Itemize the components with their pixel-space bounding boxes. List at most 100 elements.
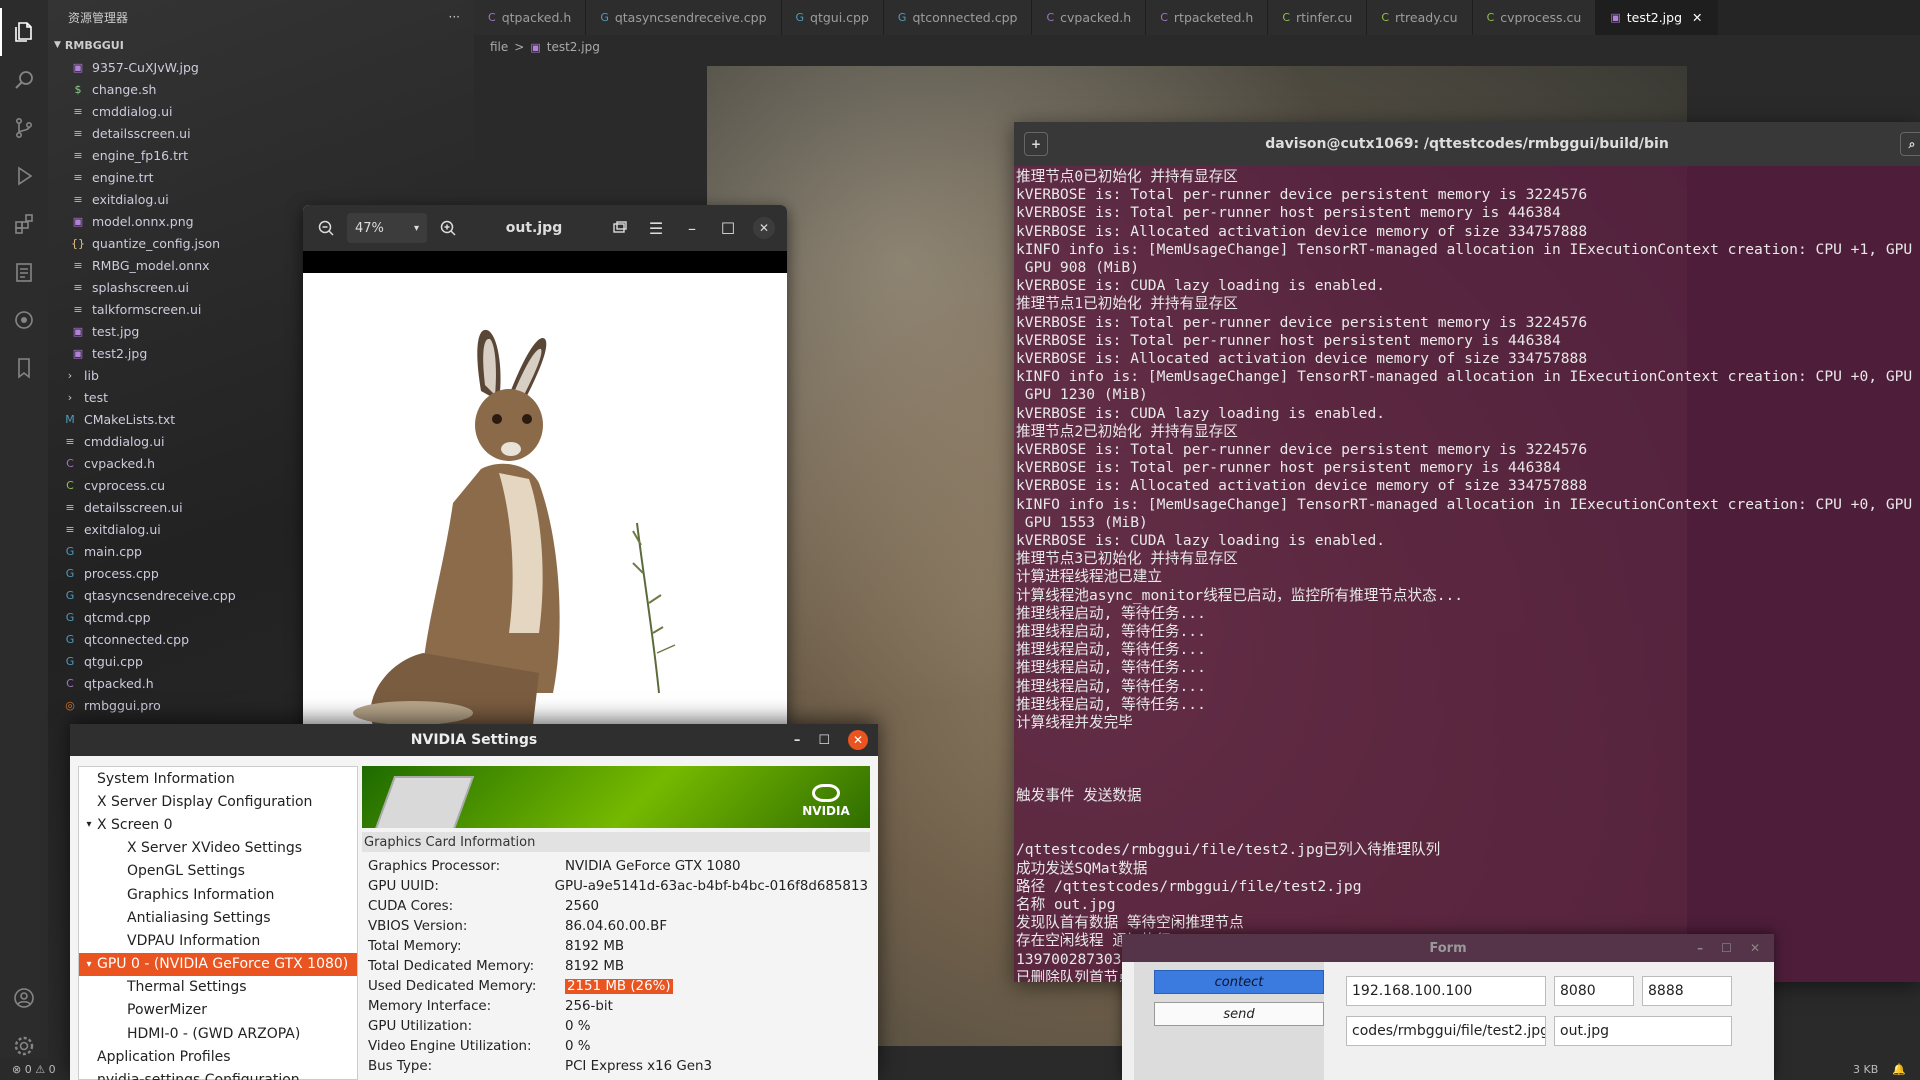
- editor-tab[interactable]: Ccvpacked.h: [1032, 0, 1147, 35]
- menu-icon[interactable]: ☰: [641, 213, 671, 243]
- close-icon[interactable]: ✕: [1750, 941, 1760, 955]
- gpu-info-key: Used Dedicated Memory:: [368, 979, 537, 995]
- editor-tab[interactable]: Gqtgui.cpp: [781, 0, 884, 35]
- breadcrumb-file[interactable]: test2.jpg: [547, 40, 600, 54]
- output-name-input[interactable]: out.jpg: [1554, 1016, 1732, 1046]
- nvidia-nav-item[interactable]: ▾ GPU 0 - (NVIDIA GeForce GTX 1080): [79, 952, 357, 976]
- expander-icon[interactable]: ▾: [81, 819, 97, 830]
- nvidia-nav-item[interactable]: X Server XVideo Settings: [79, 837, 357, 860]
- file-type-icon: ›: [67, 368, 73, 382]
- editor-tab[interactable]: ▣ test2.jpg ✕: [1596, 0, 1718, 35]
- nvidia-nav-item[interactable]: Application Profiles: [79, 1045, 357, 1068]
- file-tree-item[interactable]: ≡ detailsscreen.ui: [48, 122, 474, 144]
- path-input[interactable]: codes/rmbggui/file/test2.jpg: [1346, 1016, 1546, 1046]
- explorer-icon[interactable]: [0, 8, 48, 56]
- editor-tab[interactable]: Crtready.cu: [1367, 0, 1473, 35]
- explorer-more-icon[interactable]: ···: [449, 10, 460, 24]
- file-name: test2.jpg: [92, 345, 148, 361]
- terminal-line: 推理线程启动, 等待任务...: [1016, 604, 1206, 622]
- form-window: Form – ☐ ✕ contect send 192.168.100.100 …: [1122, 934, 1774, 1080]
- bookmark-icon[interactable]: [0, 344, 48, 392]
- file-tree-item[interactable]: ≡ engine.trt: [48, 166, 474, 188]
- contect-button[interactable]: contect: [1154, 970, 1324, 994]
- file-type-icon: ≡: [65, 434, 75, 448]
- nvidia-nav-item[interactable]: Antialiasing Settings: [79, 906, 357, 929]
- expander-icon[interactable]: ▾: [81, 959, 97, 970]
- file-name: exitdialog.ui: [92, 191, 169, 207]
- gpu-info-value: 86.04.60.00.BF: [565, 918, 668, 934]
- nvidia-nav-item[interactable]: PowerMizer: [79, 999, 357, 1022]
- file-name: cvprocess.cu: [84, 477, 166, 493]
- terminal-output[interactable]: 推理节点0已初始化 并持有显存区 kVERBOSE is: Total per-r…: [1014, 166, 1920, 982]
- nvidia-nav-item[interactable]: System Information: [79, 767, 357, 790]
- file-type-icon: C: [1486, 11, 1495, 24]
- tab-label: cvpacked.h: [1060, 10, 1132, 25]
- file-type-icon: ≡: [73, 302, 83, 316]
- nvidia-nav-label: X Server Display Configuration: [97, 793, 313, 810]
- editor-tab[interactable]: Crtpacketed.h: [1146, 0, 1269, 35]
- close-icon[interactable]: ✕: [749, 213, 779, 243]
- minimize-icon[interactable]: –: [1697, 941, 1703, 955]
- testing-icon[interactable]: [0, 248, 48, 296]
- file-tree-item[interactable]: ≡ cmddialog.ui: [48, 100, 474, 122]
- maximize-icon[interactable]: ☐: [1721, 941, 1732, 955]
- gpu-info-row: Graphics Processor: NVIDIA GeForce GTX 10…: [368, 856, 868, 876]
- close-icon[interactable]: ✕: [848, 730, 868, 750]
- nvidia-nav-item[interactable]: HDMI-0 - (GWD ARZOPA): [79, 1022, 357, 1045]
- bell-icon[interactable]: 🔔: [1892, 1063, 1906, 1076]
- nvidia-nav-item[interactable]: Graphics Information: [79, 883, 357, 906]
- zoom-out-icon[interactable]: [311, 213, 341, 243]
- gpu-info-key: Bus Type:: [368, 1059, 433, 1075]
- gpu-info-key: GPU UUID:: [368, 878, 439, 894]
- ip-input[interactable]: 192.168.100.100: [1346, 976, 1546, 1006]
- editor-tab[interactable]: Cqtpacked.h: [474, 0, 587, 35]
- gpu-info-row: GPU UUID: GPU-a9e5141d-63ac-b4bf-b4bc-016…: [368, 876, 868, 896]
- port-input[interactable]: 8080: [1554, 976, 1634, 1006]
- search-icon[interactable]: ⌕: [1900, 132, 1920, 156]
- breadcrumb-folder[interactable]: file: [490, 40, 508, 54]
- remote-icon[interactable]: [0, 296, 48, 344]
- terminal-line: 计算进程线程池已建立: [1016, 568, 1162, 586]
- nvidia-nav-item[interactable]: X Server Display Configuration: [79, 790, 357, 813]
- problems-status[interactable]: ⊗ 0 ⚠ 0: [12, 1063, 56, 1076]
- maximize-icon[interactable]: ☐: [713, 213, 743, 243]
- gpu-info-key: Video Engine Utilization:: [368, 1039, 532, 1055]
- nvidia-nav-item[interactable]: nvidia-settings Configuration: [79, 1068, 357, 1080]
- search-icon[interactable]: [0, 56, 48, 104]
- source-control-icon[interactable]: [0, 104, 48, 152]
- file-name: process.cpp: [84, 565, 159, 581]
- file-tree-item[interactable]: $ change.sh: [48, 78, 474, 100]
- run-debug-icon[interactable]: [0, 152, 48, 200]
- account-icon[interactable]: [0, 974, 48, 1022]
- nvidia-nav-item[interactable]: ▾ X Screen 0: [79, 813, 357, 836]
- editor-tab[interactable]: Gqtconnected.cpp: [883, 0, 1033, 35]
- project-section[interactable]: ▼ RMBGGUI: [48, 34, 474, 56]
- editor-tab[interactable]: Gqtasyncsendreceive.cpp: [586, 0, 782, 35]
- new-tab-icon[interactable]: +: [1024, 132, 1048, 156]
- minimize-icon[interactable]: –: [677, 213, 707, 243]
- nvidia-nav-item[interactable]: Thermal Settings: [79, 976, 357, 999]
- file-type-icon: ▣: [72, 324, 84, 338]
- terminal-line: 推理线程启动, 等待任务...: [1016, 659, 1206, 677]
- file-tree-item[interactable]: ▣ 9357-CuXJvW.jpg: [48, 56, 474, 78]
- maximize-icon[interactable]: ☐: [818, 733, 830, 748]
- send-button[interactable]: send: [1154, 1002, 1324, 1026]
- fullscreen-icon[interactable]: [605, 213, 635, 243]
- close-tab-icon[interactable]: ✕: [1692, 10, 1702, 25]
- gpu-info-key: VBIOS Version:: [368, 918, 468, 934]
- activity-bar: [0, 0, 48, 1080]
- zoom-dropdown[interactable]: 47% ▾: [347, 213, 427, 243]
- editor-tab[interactable]: Ccvprocess.cu: [1472, 0, 1597, 35]
- minimize-icon[interactable]: –: [794, 733, 801, 748]
- zoom-in-icon[interactable]: [433, 213, 463, 243]
- file-name: engine.trt: [92, 169, 154, 185]
- file-tree-item[interactable]: ≡ engine_fp16.trt: [48, 144, 474, 166]
- nvidia-nav-item[interactable]: OpenGL Settings: [79, 860, 357, 883]
- file-type-icon: G: [897, 11, 907, 24]
- extensions-icon[interactable]: [0, 200, 48, 248]
- nvidia-nav-item[interactable]: VDPAU Information: [79, 929, 357, 952]
- port2-input[interactable]: 8888: [1642, 976, 1732, 1006]
- editor-tab[interactable]: Crtinfer.cu: [1268, 0, 1368, 35]
